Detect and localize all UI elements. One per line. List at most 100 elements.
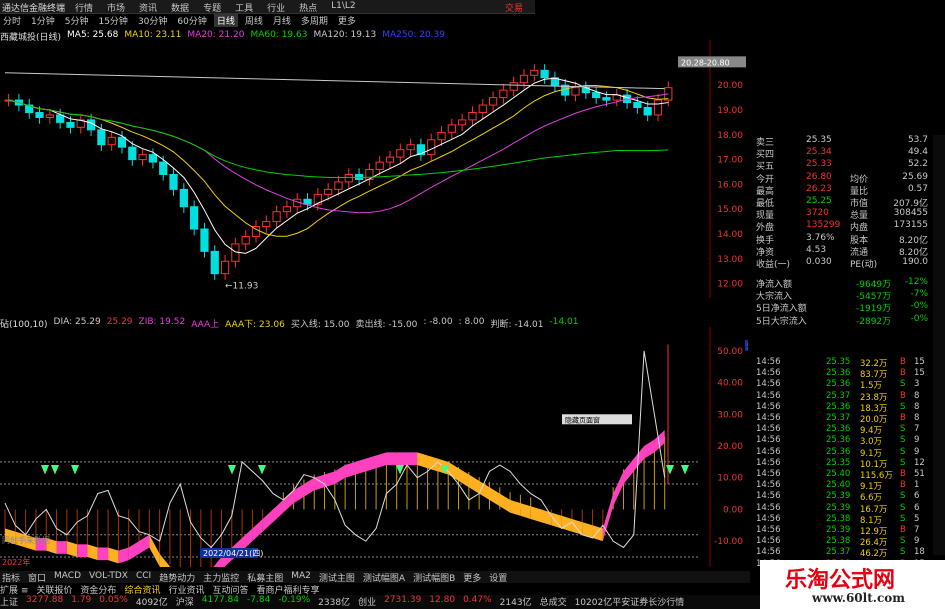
tick-count: 15 — [914, 368, 925, 379]
menu-item[interactable]: 行业 — [267, 1, 285, 14]
candlestick-chart[interactable]: 21.0020.0019.0018.0017.0016.0015.0014.00… — [0, 40, 748, 310]
indicator-tab[interactable]: 测试主图 — [319, 571, 355, 584]
quote-row: 净资 4.53 流通 8.20亿 — [748, 245, 928, 258]
trade-menu-item[interactable]: 交易 — [505, 1, 523, 14]
watermark-title: 乐淘公式网 — [785, 568, 896, 593]
info-tab[interactable]: 扩展 ≡ — [0, 583, 28, 596]
quote-value: 26.23 — [806, 183, 832, 194]
candle — [303, 198, 312, 205]
tick-time: 14:56 — [756, 469, 781, 479]
indicator-tab[interactable]: 更多 — [463, 571, 481, 584]
menu-item[interactable]: 资讯 — [139, 1, 157, 14]
period-button[interactable]: 15分钟 — [95, 14, 130, 27]
indicator-tab[interactable]: 设置 — [489, 571, 507, 584]
flow-percent: -0% — [910, 313, 928, 324]
price-tick-label: 18.00 — [717, 131, 743, 141]
period-button[interactable]: 30分钟 — [135, 14, 170, 27]
period-button[interactable]: 周线 — [242, 14, 266, 27]
tick-time: 14:56 — [756, 424, 781, 435]
quote-value: 3.76% — [806, 232, 835, 243]
quote-row: 最高 26.23 量比 0.57 — [748, 183, 928, 197]
tick-row: 14:56 25.35 10.1万 S 12 — [748, 458, 928, 470]
band-segment — [510, 499, 521, 516]
candle — [35, 111, 44, 118]
indicator-tab[interactable]: 测试幅图B — [413, 571, 455, 584]
quote-row: 买四 25.34 49.4 — [748, 147, 928, 161]
indicator-tab[interactable]: CCI — [136, 571, 151, 583]
tick-count: 9 — [914, 446, 920, 457]
tick-price: 25.39 — [826, 502, 851, 513]
period-button[interactable]: 60分钟 — [174, 14, 209, 27]
buy-marker — [228, 465, 236, 475]
menu-item[interactable]: 行情 — [75, 1, 93, 14]
info-tab[interactable]: 行业资讯 — [168, 583, 204, 596]
candle — [509, 82, 518, 91]
price-box-label: 20.28-20.80 — [681, 58, 730, 67]
menu-item[interactable]: L1\L2 — [331, 1, 356, 14]
index-value: 4177.84 — [201, 595, 240, 605]
quote-row: 买五 25.33 52.2 — [748, 159, 928, 172]
tick-count: 51 — [914, 469, 925, 479]
period-button[interactable]: 更多 — [335, 14, 359, 27]
candle — [488, 97, 498, 106]
quote-value: 308455 — [893, 208, 928, 219]
tick-volume: 115.6万 — [860, 471, 893, 481]
tick-time: 14:56 — [756, 379, 781, 390]
indicator-tab[interactable]: 私募主图 — [247, 571, 283, 584]
indicator-chart[interactable]: 50.00 40.00 30.00 20.00 10.00 0.00 -10.00 50.91… — [0, 327, 748, 567]
tick-row: 14:56 25.35 32.2万 B 15 — [748, 357, 928, 369]
period-button[interactable]: 1分钟 — [28, 14, 58, 27]
info-tab[interactable]: 看商户福利专享 — [256, 583, 319, 596]
side-toolbar[interactable] — [933, 135, 945, 555]
indicator-tab[interactable]: 趋势动力 — [159, 571, 195, 584]
menu-item[interactable]: 工具 — [235, 1, 253, 14]
info-tab[interactable]: 互动问答 — [212, 583, 248, 596]
info-tab[interactable]: 关联报价 — [36, 583, 72, 596]
menu-item[interactable]: 数据 — [171, 1, 189, 14]
period-button[interactable]: 5分钟 — [62, 14, 92, 27]
menu-item[interactable]: 热点 — [299, 1, 317, 14]
quote-row: 现量 3720 总量 308455 — [748, 208, 928, 222]
candle — [262, 221, 271, 228]
main-menu: 行情 市场 资讯 数据 专题 工具 行业 热点 L1\L2 — [75, 1, 356, 14]
quote-label: 收益(一) — [756, 260, 791, 270]
candle — [45, 114, 54, 118]
tick-side: S — [900, 491, 906, 502]
candle — [324, 188, 333, 195]
info-tab[interactable]: 综合资讯 — [124, 583, 160, 596]
period-button[interactable]: 多周期 — [298, 14, 331, 27]
tick-row: 14:56 25.36 9.1万 S 9 — [748, 446, 928, 459]
indicator-tab[interactable]: MA2 — [291, 571, 311, 583]
tick-volume: 6.6万 — [860, 493, 883, 504]
info-tab[interactable]: 资金分布 — [80, 583, 116, 596]
indicator-tab[interactable]: 主力监控 — [203, 571, 239, 584]
menu-bar: 通达信金融终端 行情 市场 资讯 数据 专题 工具 行业 热点 L1\L2 交易 — [0, 0, 535, 14]
buy-marker — [666, 465, 674, 475]
band-segment — [530, 506, 541, 523]
quote-label: 市值 — [850, 199, 869, 209]
tick-count: 18 — [914, 547, 925, 558]
tick-volume: 32.2万 — [860, 359, 888, 369]
candle — [128, 146, 137, 161]
menu-item[interactable]: 专题 — [203, 1, 221, 14]
period-button[interactable]: 分时 — [0, 14, 24, 27]
tick-side: B — [900, 413, 906, 423]
tick-row: 14:56 25.39 12.9万 B 7 — [748, 525, 928, 537]
tick-row: 14:56 25.37 20.0万 B 8 — [748, 413, 928, 425]
period-button[interactable]: 日线 — [213, 14, 238, 27]
menu-item[interactable]: 市场 — [107, 1, 125, 14]
indicator-tab[interactable]: VOL-TDX — [89, 571, 128, 583]
indicator-tab[interactable]: 窗口 — [28, 571, 46, 584]
band-segment — [561, 515, 572, 532]
indicator-tab[interactable]: 指标 — [2, 571, 20, 584]
indicator-tab[interactable]: MACD — [54, 571, 81, 583]
quote-label: 买四 — [756, 150, 775, 161]
tick-price: 25.35 — [826, 357, 851, 367]
tick-row: 14:56 25.37 23.8万 B 8 — [748, 390, 928, 403]
period-button[interactable]: 月线 — [270, 14, 294, 27]
band-segment — [623, 458, 634, 485]
tick-side: B — [900, 390, 906, 401]
indicator-tab[interactable]: 测试幅图A — [363, 571, 405, 584]
quote-label: 总量 — [850, 211, 869, 222]
quote-value: 25.33 — [806, 159, 832, 170]
